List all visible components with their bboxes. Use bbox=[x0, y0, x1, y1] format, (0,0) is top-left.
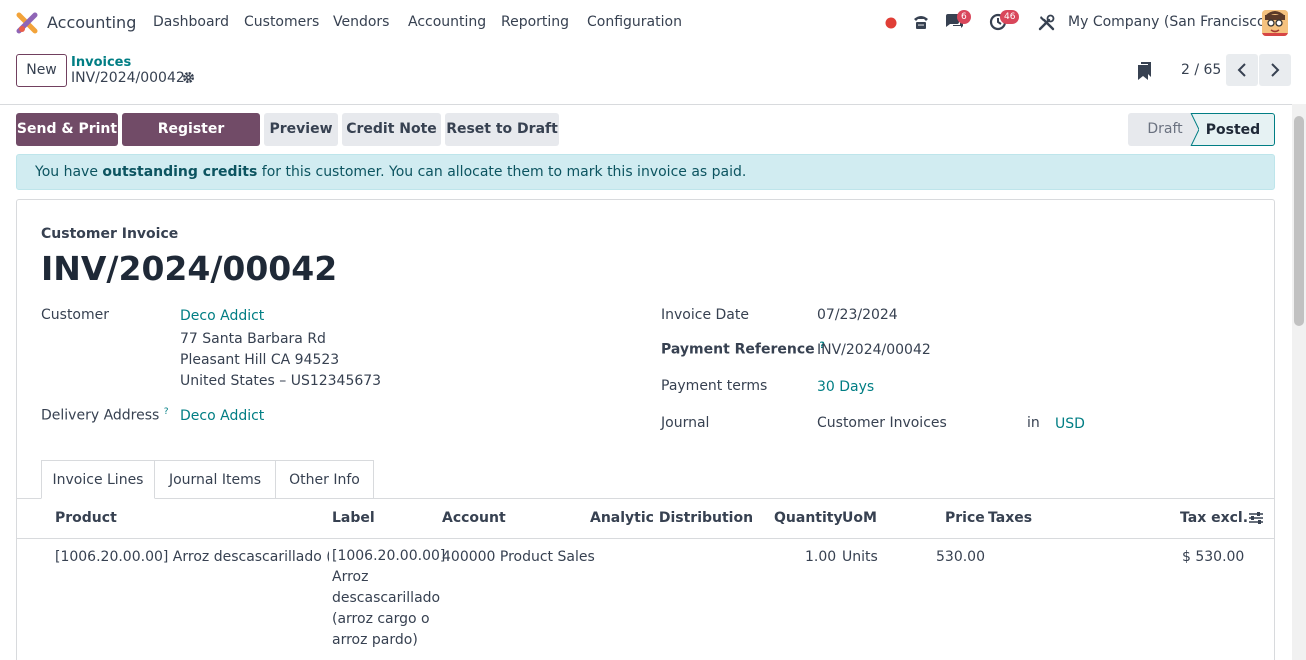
payment-reference-label: Payment Reference ? bbox=[661, 341, 825, 358]
tools-icon[interactable] bbox=[1038, 14, 1055, 35]
invoice-type-label: Customer Invoice bbox=[41, 226, 179, 242]
chevron-left-icon bbox=[1237, 63, 1246, 77]
col-taxes[interactable]: Taxes bbox=[988, 510, 1032, 526]
menu-accounting[interactable]: Accounting bbox=[408, 14, 486, 30]
phone-icon[interactable] bbox=[912, 13, 930, 35]
table-header-divider bbox=[16, 538, 1275, 539]
pager-previous-button[interactable] bbox=[1226, 54, 1258, 86]
delivery-address-label: Delivery Address ? bbox=[41, 407, 169, 424]
bookmark-icon[interactable] bbox=[1137, 61, 1153, 84]
journal-in-label: in bbox=[1027, 415, 1040, 431]
row-label-line: Arroz bbox=[332, 569, 369, 585]
tab-underline bbox=[16, 498, 1275, 499]
chat-icon[interactable]: 6 bbox=[944, 10, 971, 35]
payment-terms-label: Payment terms bbox=[661, 378, 768, 394]
accounting-app-icon[interactable] bbox=[16, 12, 38, 34]
journal-field[interactable]: Customer Invoices bbox=[817, 415, 947, 431]
chevron-right-icon bbox=[1271, 63, 1280, 77]
menu-reporting[interactable]: Reporting bbox=[501, 14, 569, 30]
invoice-date-label: Invoice Date bbox=[661, 307, 749, 323]
menu-customers[interactable]: Customers bbox=[244, 14, 319, 30]
stage-posted[interactable]: Posted bbox=[1191, 113, 1275, 146]
register-payment-button[interactable]: Register Payment bbox=[122, 113, 260, 170]
customer-address-line3: United States – US12345673 bbox=[180, 373, 382, 389]
col-uom[interactable]: UoM bbox=[842, 510, 877, 526]
activity-badge: 46 bbox=[1000, 10, 1020, 24]
menu-vendors[interactable]: Vendors bbox=[333, 14, 389, 30]
row-label-line: [1006.20.00.00] bbox=[332, 548, 446, 564]
delivery-address-field[interactable]: Deco Addict bbox=[180, 408, 264, 424]
recording-dot-icon[interactable] bbox=[885, 17, 897, 33]
col-account[interactable]: Account bbox=[442, 510, 506, 526]
row-product[interactable]: [1006.20.00.00] Arroz descascarillado (a… bbox=[55, 549, 329, 565]
user-avatar[interactable] bbox=[1262, 10, 1288, 36]
control-panel-divider bbox=[0, 104, 1306, 105]
col-label[interactable]: Label bbox=[332, 510, 375, 526]
customer-address-line1: 77 Santa Barbara Rd bbox=[180, 331, 326, 347]
delivery-address-help[interactable]: ? bbox=[164, 407, 169, 417]
outstanding-credits-link[interactable]: outstanding credits bbox=[102, 164, 257, 180]
customer-field[interactable]: Deco Addict bbox=[180, 308, 264, 324]
optional-columns-icon[interactable] bbox=[1248, 511, 1264, 529]
menu-dashboard[interactable]: Dashboard bbox=[153, 14, 229, 30]
row-label-line: arroz pardo) bbox=[332, 632, 418, 648]
col-tax-excl[interactable]: Tax excl. bbox=[1180, 510, 1248, 526]
customer-label: Customer bbox=[41, 307, 110, 323]
col-analytic-distribution[interactable]: Analytic Distribution bbox=[590, 510, 753, 526]
tab-journal-items[interactable]: Journal Items bbox=[155, 460, 276, 499]
pager-next-button[interactable] bbox=[1259, 54, 1291, 86]
row-tax-excl: $ 530.00 bbox=[1182, 549, 1245, 565]
col-product[interactable]: Product bbox=[55, 510, 117, 526]
preview-button[interactable]: Preview bbox=[264, 113, 338, 146]
payment-reference-label-text: Payment Reference bbox=[661, 341, 815, 358]
chat-badge: 6 bbox=[957, 10, 971, 24]
new-button[interactable]: New bbox=[16, 54, 67, 87]
tab-other-info[interactable]: Other Info bbox=[275, 460, 374, 499]
app-name[interactable]: Accounting bbox=[47, 13, 136, 32]
reset-to-draft-button[interactable]: Reset to Draft bbox=[445, 113, 559, 146]
tab-invoice-lines[interactable]: Invoice Lines bbox=[41, 460, 155, 499]
row-quantity[interactable]: 1.00 bbox=[805, 549, 836, 565]
row-account[interactable]: 400000 Product Sales bbox=[442, 549, 595, 565]
currency-field[interactable]: USD bbox=[1055, 416, 1085, 432]
pager-value[interactable]: 2 / 65 bbox=[1181, 62, 1221, 78]
breadcrumb-invoices[interactable]: Invoices bbox=[71, 55, 131, 70]
gear-icon[interactable] bbox=[182, 71, 195, 88]
outstanding-credits-alert: You have outstanding credits for this cu… bbox=[16, 154, 1275, 190]
row-label-line: descascarillado bbox=[332, 590, 441, 606]
row-label[interactable]: [1006.20.00.00] Arroz descascarillado (a… bbox=[332, 546, 445, 651]
col-price[interactable]: Price bbox=[945, 510, 985, 526]
top-navbar: Accounting Dashboard Customers Vendors A… bbox=[0, 0, 1306, 46]
credit-note-button[interactable]: Credit Note bbox=[342, 113, 441, 146]
journal-label: Journal bbox=[661, 415, 710, 431]
payment-terms-field[interactable]: 30 Days bbox=[817, 379, 874, 395]
breadcrumb-current-record: INV/2024/00042 bbox=[71, 70, 185, 86]
delivery-address-label-text: Delivery Address bbox=[41, 407, 160, 424]
row-label-line: (arroz cargo o bbox=[332, 611, 430, 627]
col-quantity[interactable]: Quantity bbox=[774, 510, 843, 526]
activity-clock-icon[interactable]: 46 bbox=[989, 10, 1020, 35]
alert-prefix: You have bbox=[35, 164, 103, 180]
customer-address-line2: Pleasant Hill CA 94523 bbox=[180, 352, 340, 368]
send-print-button[interactable]: Send & Print bbox=[16, 113, 118, 146]
invoice-number: INV/2024/00042 bbox=[41, 249, 338, 288]
company-switcher[interactable]: My Company (San Francisco) bbox=[1068, 14, 1271, 30]
invoice-date-field[interactable]: 07/23/2024 bbox=[817, 307, 898, 323]
payment-reference-field[interactable]: INV/2024/00042 bbox=[817, 342, 931, 358]
page-scrollbar-thumb[interactable] bbox=[1294, 116, 1304, 326]
stage-arrow bbox=[1183, 113, 1199, 146]
menu-configuration[interactable]: Configuration bbox=[587, 14, 682, 30]
alert-suffix: for this customer. You can allocate them… bbox=[257, 164, 747, 180]
row-price[interactable]: 530.00 bbox=[936, 549, 985, 565]
row-uom[interactable]: Units bbox=[842, 549, 878, 565]
